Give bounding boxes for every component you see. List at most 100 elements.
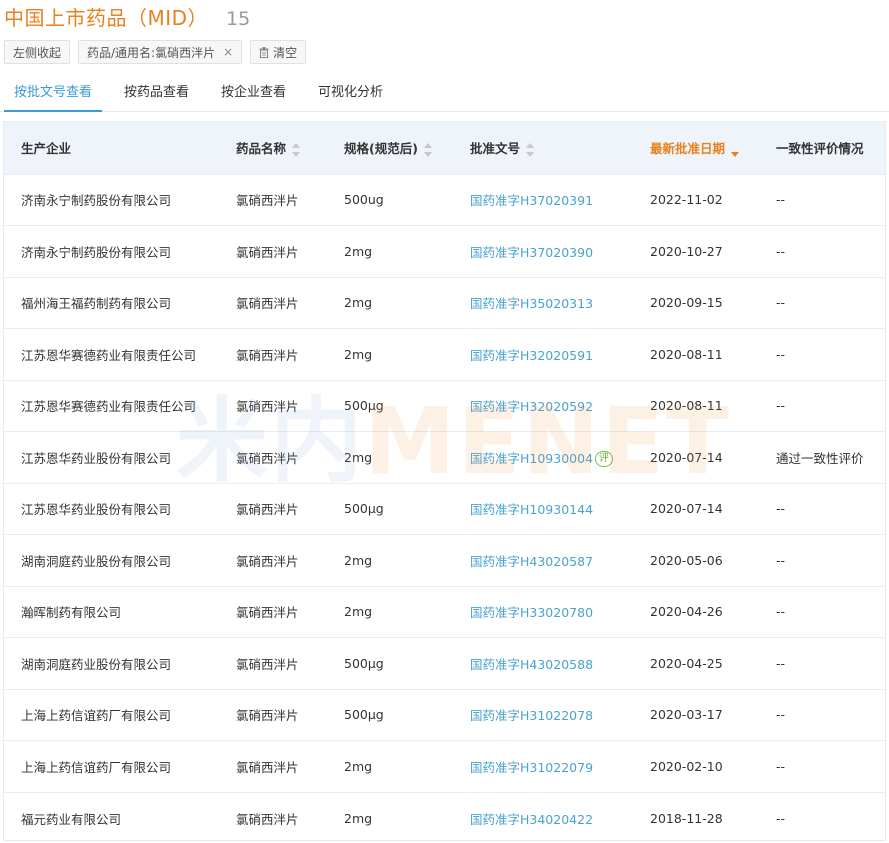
- cell-company: 湖南洞庭药业股份有限公司: [21, 656, 172, 672]
- cell-consistency: --: [776, 346, 786, 362]
- cell-company: 上海上药信谊药厂有限公司: [21, 759, 172, 775]
- sort-desc-icon[interactable]: [731, 143, 740, 157]
- approval-number-link[interactable]: 国药准字H10930004: [470, 451, 593, 466]
- approval-number-link[interactable]: 国药准字H33020780: [470, 605, 593, 620]
- cell-consistency: --: [776, 295, 786, 311]
- table-row: 济南永宁制药股份有限公司 氯硝西泮片 2mg 国药准字H37020390 2020-10…: [4, 225, 885, 278]
- cell-approval-number: 国药准字H35020313: [453, 277, 633, 329]
- result-count: 15: [226, 8, 251, 30]
- table-row: 福元药业有限公司 氯硝西泮片 2mg 国药准字H34020422 2018-11-28 -…: [4, 792, 885, 840]
- cell-drug-name: 氯硝西泮片: [236, 296, 299, 312]
- cell-spec: 500μg: [344, 501, 384, 517]
- cell-approval-date: 2020-02-10: [650, 758, 723, 774]
- cell-approval-date: 2020-10-27: [650, 243, 723, 259]
- cell-approval-date: 2020-07-14: [650, 501, 723, 517]
- cell-spec: 2mg: [344, 295, 373, 311]
- approval-number-link[interactable]: 国药准字H10930144: [470, 502, 593, 517]
- cell-consistency: --: [776, 192, 786, 208]
- tab-2[interactable]: 按企业查看: [211, 76, 296, 112]
- approval-number-link[interactable]: 国药准字H32020592: [470, 399, 593, 414]
- cell-company: 福州海王福药制药有限公司: [21, 296, 172, 312]
- table-row: 上海上药信谊药厂有限公司 氯硝西泮片 2mg 国药准字H31022079 2020-02…: [4, 740, 885, 793]
- table-row: 湖南洞庭药业股份有限公司 氯硝西泮片 2mg 国药准字H43020587 2020-05…: [4, 534, 885, 587]
- sort-icon[interactable]: [423, 142, 432, 157]
- table-row: 上海上药信谊药厂有限公司 氯硝西泮片 500μg 国药准字H31022078 2020-…: [4, 689, 885, 741]
- approval-number-link[interactable]: 国药准字H34020422: [470, 812, 593, 827]
- cell-approval-date: 2022-11-02: [650, 192, 723, 208]
- cell-spec: 2mg: [344, 552, 373, 568]
- cell-consistency: --: [776, 707, 786, 723]
- approval-number-link[interactable]: 国药准字H37020390: [470, 245, 593, 260]
- cell-approval-number: 国药准字H10930144: [453, 483, 633, 535]
- sort-icon[interactable]: [526, 142, 535, 157]
- cell-spec: 500μg: [344, 655, 384, 671]
- cell-approval-date: 2020-04-26: [650, 604, 723, 620]
- cell-approval-number: 国药准字H31022078: [453, 689, 633, 741]
- cell-drug-name: 氯硝西泮片: [236, 759, 299, 775]
- cell-approval-date: 2020-08-11: [650, 398, 723, 414]
- column-header-approval-number[interactable]: 批准文号: [453, 122, 633, 174]
- cell-approval-number: 国药准字H37020391: [453, 174, 633, 226]
- cell-spec: 2mg: [344, 243, 373, 259]
- cell-company: 济南永宁制药股份有限公司: [21, 244, 172, 260]
- cell-spec: 500μg: [344, 707, 384, 723]
- cell-drug-name: 氯硝西泮片: [236, 656, 299, 672]
- column-header-consistency: 一致性评价情况: [776, 141, 864, 157]
- column-header-spec[interactable]: 规格(规范后): [327, 122, 453, 174]
- consistency-eval-badge: 评: [595, 451, 614, 467]
- cell-consistency: --: [776, 604, 786, 620]
- approval-number-link[interactable]: 国药准字H32020591: [470, 348, 593, 363]
- cell-approval-number: 国药准字H10930004 评: [453, 432, 633, 484]
- sort-icon[interactable]: [292, 142, 301, 157]
- collapse-sidebar-button[interactable]: 左侧收起: [4, 40, 71, 64]
- approval-number-link[interactable]: 国药准字H37020391: [470, 193, 593, 208]
- cell-company: 江苏恩华药业股份有限公司: [21, 502, 172, 518]
- cell-drug-name: 氯硝西泮片: [236, 811, 299, 827]
- cell-approval-number: 国药准字H32020591: [453, 329, 633, 381]
- tab-1[interactable]: 按药品查看: [114, 76, 199, 112]
- cell-approval-number: 国药准字H43020588: [453, 638, 633, 690]
- cell-approval-number: 国药准字H34020422: [453, 792, 633, 840]
- close-icon[interactable]: ×: [223, 45, 233, 59]
- approval-number-link[interactable]: 国药准字H35020313: [470, 296, 593, 311]
- table-row: 江苏恩华药业股份有限公司 氯硝西泮片 2mg 国药准字H10930004 评 2020-0…: [4, 431, 885, 484]
- column-header-approval-date[interactable]: 最新批准日期: [633, 122, 759, 174]
- clear-filters-button[interactable]: 清空: [250, 40, 307, 64]
- cell-drug-name: 氯硝西泮片: [236, 399, 299, 415]
- results-table-container: 生产企业 药品名称 规格(规范后) 批准文号 最新批准日期 一致性评价情况 济南…: [3, 121, 886, 841]
- cell-spec: 2mg: [344, 604, 373, 620]
- cell-consistency: --: [776, 655, 786, 671]
- cell-approval-number: 国药准字H33020780: [453, 586, 633, 638]
- approval-number-link[interactable]: 国药准字H31022078: [470, 708, 593, 723]
- cell-consistency: --: [776, 501, 786, 517]
- column-header-drug-name[interactable]: 药品名称: [219, 122, 327, 174]
- cell-approval-date: 2020-08-11: [650, 346, 723, 362]
- cell-spec: 2mg: [344, 758, 373, 774]
- table-row: 济南永宁制药股份有限公司 氯硝西泮片 500ug 国药准字H37020391 2022-…: [4, 174, 885, 226]
- cell-approval-date: 2020-04-25: [650, 655, 723, 671]
- table-row: 江苏恩华赛德药业有限责任公司 氯硝西泮片 2mg 国药准字H32020591 2020-…: [4, 328, 885, 381]
- cell-drug-name: 氯硝西泮片: [236, 605, 299, 621]
- cell-approval-number: 国药准字H43020587: [453, 535, 633, 587]
- cell-company: 瀚晖制药有限公司: [21, 605, 122, 621]
- trash-icon: [259, 46, 269, 58]
- cell-company: 湖南洞庭药业股份有限公司: [21, 553, 172, 569]
- approval-number-link[interactable]: 国药准字H31022079: [470, 760, 593, 775]
- cell-consistency: --: [776, 810, 786, 826]
- tab-3[interactable]: 可视化分析: [308, 76, 393, 112]
- approval-number-link[interactable]: 国药准字H43020587: [470, 554, 593, 569]
- table-row: 瀚晖制药有限公司 氯硝西泮片 2mg 国药准字H33020780 2020-04-26 -…: [4, 586, 885, 638]
- cell-consistency: --: [776, 398, 786, 414]
- cell-approval-date: 2020-09-15: [650, 295, 723, 311]
- page-title: 中国上市药品（MID）: [4, 6, 209, 30]
- cell-spec: 2mg: [344, 346, 373, 362]
- approval-number-link[interactable]: 国药准字H43020588: [470, 657, 593, 672]
- column-header-company: 生产企业: [21, 141, 72, 157]
- table-row: 江苏恩华赛德药业有限责任公司 氯硝西泮片 500μg 国药准字H32020592 202…: [4, 380, 885, 432]
- tab-0[interactable]: 按批文号查看: [4, 76, 103, 112]
- filter-row: 左侧收起 药品/通用名:氯硝西泮片 × 清空: [4, 40, 307, 64]
- cell-company: 济南永宁制药股份有限公司: [21, 193, 172, 209]
- cell-drug-name: 氯硝西泮片: [236, 347, 299, 363]
- cell-drug-name: 氯硝西泮片: [236, 502, 299, 518]
- cell-company: 江苏恩华药业股份有限公司: [21, 450, 172, 466]
